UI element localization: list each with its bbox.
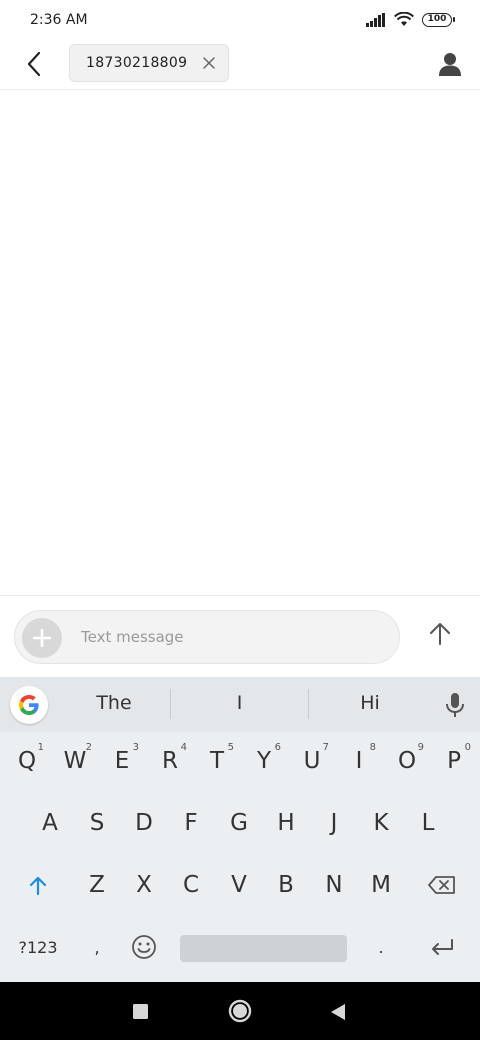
back-triangle-icon[interactable] xyxy=(330,1003,346,1021)
suggestion-1[interactable]: The xyxy=(58,677,170,732)
add-attachment-button[interactable] xyxy=(22,618,62,658)
navigation-bar xyxy=(0,982,480,1040)
battery-icon: 100 xyxy=(422,12,455,27)
comma-key[interactable]: , xyxy=(74,918,120,976)
composer xyxy=(0,595,480,677)
recents-square-icon[interactable] xyxy=(133,1004,148,1019)
person-icon xyxy=(439,53,461,76)
conversation-header: 18730218809 xyxy=(0,40,480,90)
back-arrow-icon xyxy=(27,51,41,77)
key-c[interactable]: C xyxy=(168,856,214,914)
key-u[interactable]: U7 xyxy=(289,732,335,790)
key-h[interactable]: H xyxy=(263,794,309,852)
send-arrow-icon[interactable] xyxy=(424,618,456,650)
key-j[interactable]: J xyxy=(311,794,357,852)
suggestion-3[interactable]: Hi xyxy=(309,677,431,732)
key-row-2: A S D F G H J K L xyxy=(0,794,480,856)
wifi-icon xyxy=(394,12,414,26)
suggestion-bar: The I Hi xyxy=(0,677,480,732)
suggestion-2[interactable]: I xyxy=(171,677,308,732)
compose-box xyxy=(14,610,400,664)
emoji-key[interactable] xyxy=(121,918,167,976)
back-button[interactable] xyxy=(20,50,48,78)
key-q[interactable]: Q1 xyxy=(4,732,50,790)
key-v[interactable]: V xyxy=(216,856,262,914)
smiley-icon xyxy=(132,935,156,959)
key-m[interactable]: M xyxy=(358,856,404,914)
key-r[interactable]: R4 xyxy=(147,732,193,790)
shift-key[interactable] xyxy=(8,856,68,914)
key-i[interactable]: I8 xyxy=(336,732,382,790)
key-l[interactable]: L xyxy=(405,794,451,852)
key-x[interactable]: X xyxy=(121,856,167,914)
key-y[interactable]: Y6 xyxy=(241,732,287,790)
message-input[interactable] xyxy=(81,621,381,653)
google-button[interactable] xyxy=(10,686,48,724)
google-logo-icon xyxy=(19,695,39,715)
key-g[interactable]: G xyxy=(216,794,262,852)
enter-arrow-icon xyxy=(432,939,453,955)
key-z[interactable]: Z xyxy=(74,856,120,914)
key-row-3: Z X C V B N M xyxy=(0,856,480,918)
key-s[interactable]: S xyxy=(74,794,120,852)
recipient-chip[interactable]: 18730218809 xyxy=(69,44,229,82)
period-key[interactable]: . xyxy=(358,918,404,976)
shift-arrow-icon xyxy=(29,876,47,896)
close-icon[interactable] xyxy=(202,56,216,70)
status-bar: 2:36 AM 100 xyxy=(0,0,480,40)
key-t[interactable]: T5 xyxy=(194,732,240,790)
key-n[interactable]: N xyxy=(311,856,357,914)
key-w[interactable]: W2 xyxy=(52,732,98,790)
plus-icon xyxy=(33,629,51,647)
recipient-number: 18730218809 xyxy=(86,55,188,71)
backspace-icon xyxy=(428,876,455,894)
key-k[interactable]: K xyxy=(358,794,404,852)
battery-level: 100 xyxy=(427,13,447,24)
key-row-1: Q1 W2 E3 R4 T5 Y6 U7 I8 O9 P0 xyxy=(0,732,480,794)
key-b[interactable]: B xyxy=(263,856,309,914)
microphone-icon[interactable] xyxy=(442,691,468,719)
key-row-4: ?123 , . xyxy=(0,918,480,980)
key-p[interactable]: P0 xyxy=(431,732,477,790)
signal-icon xyxy=(366,12,385,27)
keyboard: The I Hi Q1 W2 E3 R4 T5 Y6 U7 I8 O9 P0 A… xyxy=(0,677,480,982)
key-o[interactable]: O9 xyxy=(384,732,430,790)
backspace-key[interactable] xyxy=(412,856,472,914)
home-circle-icon[interactable] xyxy=(228,999,252,1023)
key-f[interactable]: F xyxy=(168,794,214,852)
key-a[interactable]: A xyxy=(27,794,73,852)
key-e[interactable]: E3 xyxy=(99,732,145,790)
key-d[interactable]: D xyxy=(121,794,167,852)
message-list xyxy=(0,91,480,595)
status-time: 2:36 AM xyxy=(30,12,88,28)
contact-button[interactable] xyxy=(436,50,464,78)
status-icons: 100 xyxy=(366,12,455,27)
symbols-key[interactable]: ?123 xyxy=(8,918,68,976)
enter-key[interactable] xyxy=(412,918,472,976)
spacebar[interactable] xyxy=(180,935,347,962)
